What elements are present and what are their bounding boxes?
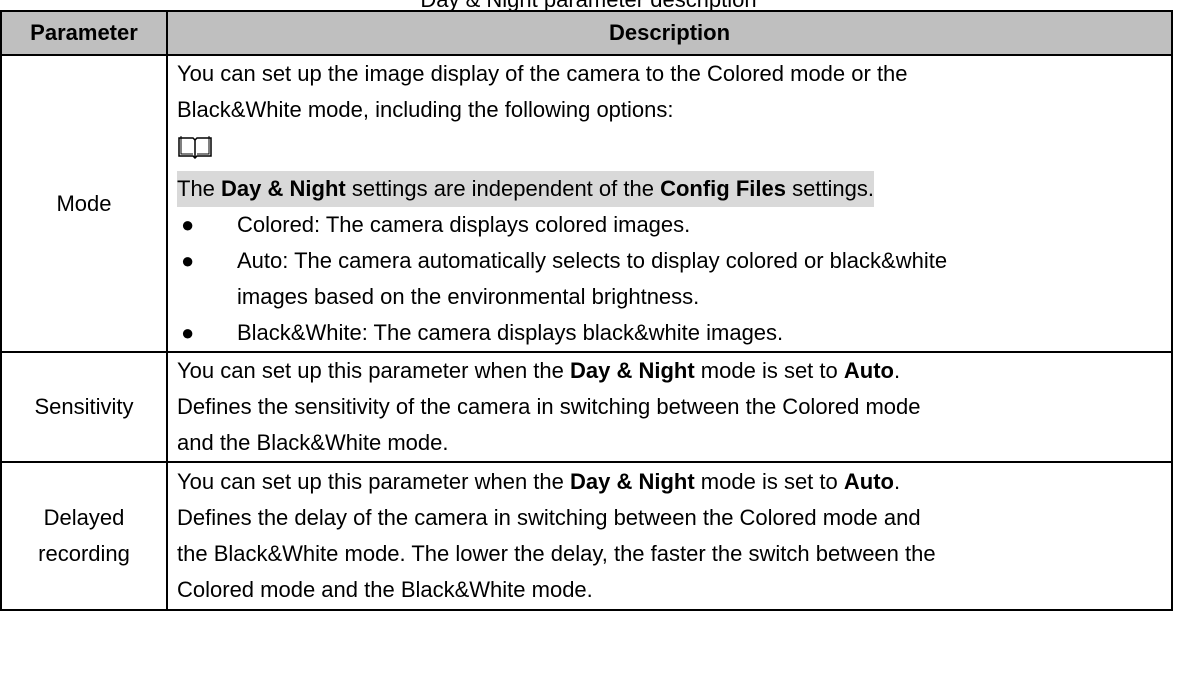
desc-part-bold: Day & Night bbox=[570, 358, 695, 383]
header-description: Description bbox=[166, 10, 1173, 56]
desc-text: You can set up the image display of the … bbox=[177, 61, 908, 86]
desc-text: You can set up this parameter when the D… bbox=[177, 464, 1162, 500]
param-desc-mode: You can set up the image display of the … bbox=[166, 54, 1173, 353]
param-name-line: Delayed bbox=[43, 505, 125, 530]
note-part-bold: Day & Night bbox=[221, 176, 346, 201]
desc-part: You can set up this parameter when the bbox=[177, 469, 570, 494]
desc-text: the Black&White mode. The lower the dela… bbox=[177, 541, 936, 566]
param-desc-delayed-recording: You can set up this parameter when the D… bbox=[166, 461, 1173, 611]
param-name-line: recording bbox=[38, 541, 130, 566]
book-icon bbox=[177, 135, 1162, 171]
desc-part: mode is set to bbox=[694, 358, 844, 383]
table-row-sensitivity: Sensitivity You can set up this paramete… bbox=[0, 351, 1173, 463]
bullet-text: Colored: The camera displays colored ima… bbox=[237, 212, 691, 237]
desc-text: Colored mode and the Black&White mode. bbox=[177, 577, 593, 602]
desc-part-bold: Auto bbox=[843, 358, 894, 383]
bullet-text: Black&White: The camera displays black&w… bbox=[237, 320, 784, 345]
table-row-delayed-recording: Delayed recording You can set up this pa… bbox=[0, 461, 1173, 611]
desc-text: You can set up this parameter when the D… bbox=[177, 353, 1162, 389]
bullet-text: Auto: The camera automatically selects t… bbox=[237, 248, 948, 273]
note-part: The bbox=[177, 176, 222, 201]
list-item: ● Colored: The camera displays colored i… bbox=[177, 207, 1162, 243]
bullet-icon: ● bbox=[181, 320, 195, 345]
desc-part-bold: Auto bbox=[843, 469, 894, 494]
table-row-mode: Mode You can set up the image display of… bbox=[0, 54, 1173, 353]
desc-part: . bbox=[893, 358, 901, 383]
desc-part: . bbox=[893, 469, 901, 494]
note-text: The Day & Night settings are independent… bbox=[177, 171, 1162, 207]
param-name-delayed-recording: Delayed recording bbox=[0, 461, 168, 611]
param-desc-sensitivity: You can set up this parameter when the D… bbox=[166, 351, 1173, 463]
param-name-mode: Mode bbox=[0, 54, 168, 353]
bullet-text: images based on the environmental bright… bbox=[237, 284, 700, 309]
header-parameter: Parameter bbox=[0, 10, 168, 56]
bullet-icon: ● bbox=[181, 212, 195, 237]
note-part: settings are independent of the bbox=[345, 176, 661, 201]
desc-text: Defines the sensitivity of the camera in… bbox=[177, 394, 921, 419]
desc-text: Black&White mode, including the followin… bbox=[177, 97, 674, 122]
parameter-table: Parameter Description Mode You can set u… bbox=[0, 10, 1173, 611]
bullet-icon: ● bbox=[181, 248, 195, 273]
note-part: settings. bbox=[785, 176, 874, 201]
desc-text: Defines the delay of the camera in switc… bbox=[177, 505, 921, 530]
list-item: ● Black&White: The camera displays black… bbox=[177, 315, 1162, 351]
list-item: ● Auto: The camera automatically selects… bbox=[177, 243, 1162, 315]
desc-text: and the Black&White mode. bbox=[177, 430, 449, 455]
param-name-sensitivity: Sensitivity bbox=[0, 351, 168, 463]
note-part-bold: Config Files bbox=[660, 176, 786, 201]
desc-part: You can set up this parameter when the bbox=[177, 358, 570, 383]
desc-part-bold: Day & Night bbox=[570, 469, 695, 494]
desc-part: mode is set to bbox=[694, 469, 844, 494]
table-header-row: Parameter Description bbox=[0, 10, 1173, 56]
